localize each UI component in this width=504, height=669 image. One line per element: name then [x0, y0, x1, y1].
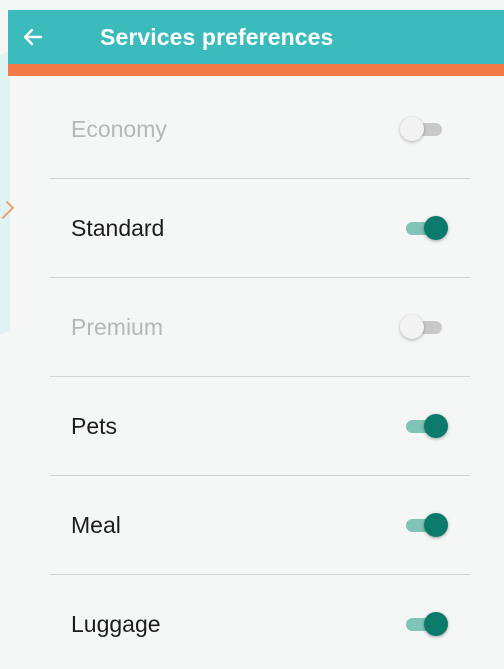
toggle-thumb	[424, 513, 448, 537]
service-row-luggage[interactable]: Luggage	[50, 575, 470, 669]
service-label: Premium	[71, 313, 164, 340]
meal-toggle[interactable]	[404, 513, 448, 537]
service-label: Standard	[71, 214, 165, 241]
toggle-thumb	[424, 216, 448, 240]
standard-toggle[interactable]	[404, 216, 448, 240]
service-row-standard[interactable]: Standard	[50, 179, 470, 278]
arrow-left-icon	[23, 27, 43, 47]
luggage-toggle[interactable]	[404, 612, 448, 636]
premium-toggle[interactable]	[400, 315, 444, 339]
service-label: Pets	[71, 412, 118, 439]
economy-toggle[interactable]	[400, 117, 444, 141]
toggle-thumb	[400, 117, 424, 141]
service-row-premium[interactable]: Premium	[50, 278, 470, 377]
service-row-economy[interactable]: Economy	[50, 80, 470, 179]
service-row-pets[interactable]: Pets	[50, 377, 470, 476]
toggle-thumb	[424, 414, 448, 438]
services-list: Economy Standard Premium Pets Meal Lugga…	[50, 80, 470, 669]
service-label: Meal	[71, 511, 121, 538]
accent-bar	[8, 64, 504, 76]
toggle-thumb	[424, 612, 448, 636]
app-bar: Services preferences	[8, 10, 504, 64]
pets-toggle[interactable]	[404, 414, 448, 438]
toggle-thumb	[400, 315, 424, 339]
page-title: Services preferences	[100, 23, 334, 50]
service-label: Economy	[71, 115, 167, 142]
back-button[interactable]	[8, 10, 58, 64]
service-label: Luggage	[71, 610, 161, 637]
service-row-meal[interactable]: Meal	[50, 476, 470, 575]
screen: Services preferences Economy Standard Pr…	[0, 0, 504, 669]
background-decoration	[0, 50, 10, 350]
